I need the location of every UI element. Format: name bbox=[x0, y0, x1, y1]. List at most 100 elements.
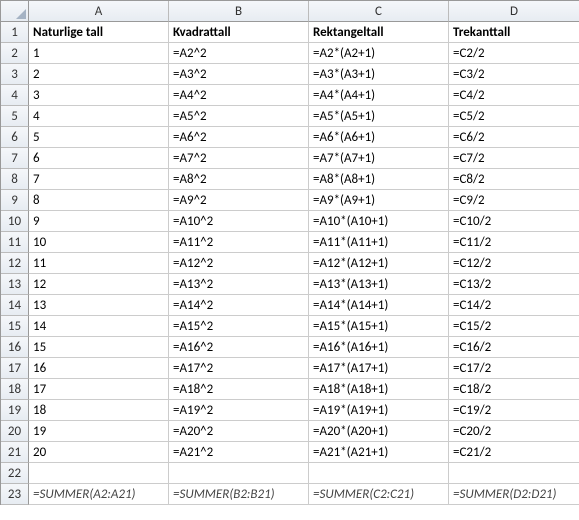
row-header-8[interactable]: 8 bbox=[1, 169, 29, 190]
cell-C9[interactable]: =A9*(A9+1) bbox=[309, 190, 449, 211]
row-header-20[interactable]: 20 bbox=[1, 421, 29, 442]
cell-A4[interactable]: 3 bbox=[29, 85, 169, 106]
cell-C18[interactable]: =A18*(A18+1) bbox=[309, 379, 449, 400]
row-header-18[interactable]: 18 bbox=[1, 379, 29, 400]
row-header-10[interactable]: 10 bbox=[1, 211, 29, 232]
cell-B15[interactable]: =A15^2 bbox=[169, 316, 309, 337]
cell-A12[interactable]: 11 bbox=[29, 253, 169, 274]
row-header-17[interactable]: 17 bbox=[1, 358, 29, 379]
row-header-7[interactable]: 7 bbox=[1, 148, 29, 169]
cell-C4[interactable]: =A4*(A4+1) bbox=[309, 85, 449, 106]
cell-A13[interactable]: 12 bbox=[29, 274, 169, 295]
cell-B13[interactable]: =A13^2 bbox=[169, 274, 309, 295]
cell-A18[interactable]: 17 bbox=[29, 379, 169, 400]
cell-C13[interactable]: =A13*(A13+1) bbox=[309, 274, 449, 295]
cell-C11[interactable]: =A11*(A11+1) bbox=[309, 232, 449, 253]
cell-A9[interactable]: 8 bbox=[29, 190, 169, 211]
cell-B4[interactable]: =A4^2 bbox=[169, 85, 309, 106]
cell-B11[interactable]: =A11^2 bbox=[169, 232, 309, 253]
cell-D7[interactable]: =C7/2 bbox=[449, 148, 579, 169]
row-header-5[interactable]: 5 bbox=[1, 106, 29, 127]
cell-A14[interactable]: 13 bbox=[29, 295, 169, 316]
cell-A21[interactable]: 20 bbox=[29, 442, 169, 463]
cell-D5[interactable]: =C5/2 bbox=[449, 106, 579, 127]
cell-D11[interactable]: =C11/2 bbox=[449, 232, 579, 253]
cell-B7[interactable]: =A7^2 bbox=[169, 148, 309, 169]
cell-A16[interactable]: 15 bbox=[29, 337, 169, 358]
cell-D15[interactable]: =C15/2 bbox=[449, 316, 579, 337]
row-header-21[interactable]: 21 bbox=[1, 442, 29, 463]
cell-B21[interactable]: =A21^2 bbox=[169, 442, 309, 463]
cell-B17[interactable]: =A17^2 bbox=[169, 358, 309, 379]
cell-C5[interactable]: =A5*(A5+1) bbox=[309, 106, 449, 127]
cell-B16[interactable]: =A16^2 bbox=[169, 337, 309, 358]
cell-C17[interactable]: =A17*(A17+1) bbox=[309, 358, 449, 379]
cell-B9[interactable]: =A9^2 bbox=[169, 190, 309, 211]
cell-D22[interactable] bbox=[449, 463, 579, 484]
cell-A8[interactable]: 7 bbox=[29, 169, 169, 190]
row-header-9[interactable]: 9 bbox=[1, 190, 29, 211]
select-all-corner[interactable] bbox=[1, 1, 29, 22]
row-header-1[interactable]: 1 bbox=[1, 22, 29, 43]
cell-D18[interactable]: =C18/2 bbox=[449, 379, 579, 400]
cell-B23[interactable]: =SUMMER(B2:B21) bbox=[169, 484, 309, 505]
cell-C7[interactable]: =A7*(A7+1) bbox=[309, 148, 449, 169]
row-header-23[interactable]: 23 bbox=[1, 484, 29, 505]
cell-C15[interactable]: =A15*(A15+1) bbox=[309, 316, 449, 337]
cell-A20[interactable]: 19 bbox=[29, 421, 169, 442]
cell-D13[interactable]: =C13/2 bbox=[449, 274, 579, 295]
cell-C16[interactable]: =A16*(A16+1) bbox=[309, 337, 449, 358]
cell-C6[interactable]: =A6*(A6+1) bbox=[309, 127, 449, 148]
cell-B2[interactable]: =A2^2 bbox=[169, 43, 309, 64]
cell-C2[interactable]: =A2*(A2+1) bbox=[309, 43, 449, 64]
row-header-4[interactable]: 4 bbox=[1, 85, 29, 106]
cell-D6[interactable]: =C6/2 bbox=[449, 127, 579, 148]
cell-B19[interactable]: =A19^2 bbox=[169, 400, 309, 421]
cell-A17[interactable]: 16 bbox=[29, 358, 169, 379]
cell-B1[interactable]: Kvadrattall bbox=[169, 22, 309, 43]
row-header-6[interactable]: 6 bbox=[1, 127, 29, 148]
col-header-a[interactable]: A bbox=[29, 1, 169, 22]
cell-B8[interactable]: =A8^2 bbox=[169, 169, 309, 190]
cell-C20[interactable]: =A20*(A20+1) bbox=[309, 421, 449, 442]
cell-C23[interactable]: =SUMMER(C2:C21) bbox=[309, 484, 449, 505]
cell-C21[interactable]: =A21*(A21+1) bbox=[309, 442, 449, 463]
cell-B20[interactable]: =A20^2 bbox=[169, 421, 309, 442]
cell-A2[interactable]: 1 bbox=[29, 43, 169, 64]
cell-B10[interactable]: =A10^2 bbox=[169, 211, 309, 232]
cell-A11[interactable]: 10 bbox=[29, 232, 169, 253]
row-header-2[interactable]: 2 bbox=[1, 43, 29, 64]
cell-C22[interactable] bbox=[309, 463, 449, 484]
row-header-22[interactable]: 22 bbox=[1, 463, 29, 484]
cell-A19[interactable]: 18 bbox=[29, 400, 169, 421]
cell-D8[interactable]: =C8/2 bbox=[449, 169, 579, 190]
cell-C1[interactable]: Rektangeltall bbox=[309, 22, 449, 43]
cell-D9[interactable]: =C9/2 bbox=[449, 190, 579, 211]
cell-A5[interactable]: 4 bbox=[29, 106, 169, 127]
cell-B3[interactable]: =A3^2 bbox=[169, 64, 309, 85]
col-header-d[interactable]: D bbox=[449, 1, 579, 22]
row-header-14[interactable]: 14 bbox=[1, 295, 29, 316]
cell-B18[interactable]: =A18^2 bbox=[169, 379, 309, 400]
row-header-19[interactable]: 19 bbox=[1, 400, 29, 421]
col-header-b[interactable]: B bbox=[169, 1, 309, 22]
cell-B22[interactable] bbox=[169, 463, 309, 484]
cell-C10[interactable]: =A10*(A10+1) bbox=[309, 211, 449, 232]
cell-A15[interactable]: 14 bbox=[29, 316, 169, 337]
row-header-12[interactable]: 12 bbox=[1, 253, 29, 274]
row-header-13[interactable]: 13 bbox=[1, 274, 29, 295]
cell-B6[interactable]: =A6^2 bbox=[169, 127, 309, 148]
cell-C12[interactable]: =A12*(A12+1) bbox=[309, 253, 449, 274]
cell-C14[interactable]: =A14*(A14+1) bbox=[309, 295, 449, 316]
cell-D4[interactable]: =C4/2 bbox=[449, 85, 579, 106]
cell-C19[interactable]: =A19*(A19+1) bbox=[309, 400, 449, 421]
cell-C8[interactable]: =A8*(A8+1) bbox=[309, 169, 449, 190]
cell-A1[interactable]: Naturlige tall bbox=[29, 22, 169, 43]
cell-D3[interactable]: =C3/2 bbox=[449, 64, 579, 85]
cell-D10[interactable]: =C10/2 bbox=[449, 211, 579, 232]
cell-D14[interactable]: =C14/2 bbox=[449, 295, 579, 316]
row-header-11[interactable]: 11 bbox=[1, 232, 29, 253]
cell-D16[interactable]: =C16/2 bbox=[449, 337, 579, 358]
cell-D19[interactable]: =C19/2 bbox=[449, 400, 579, 421]
row-header-3[interactable]: 3 bbox=[1, 64, 29, 85]
